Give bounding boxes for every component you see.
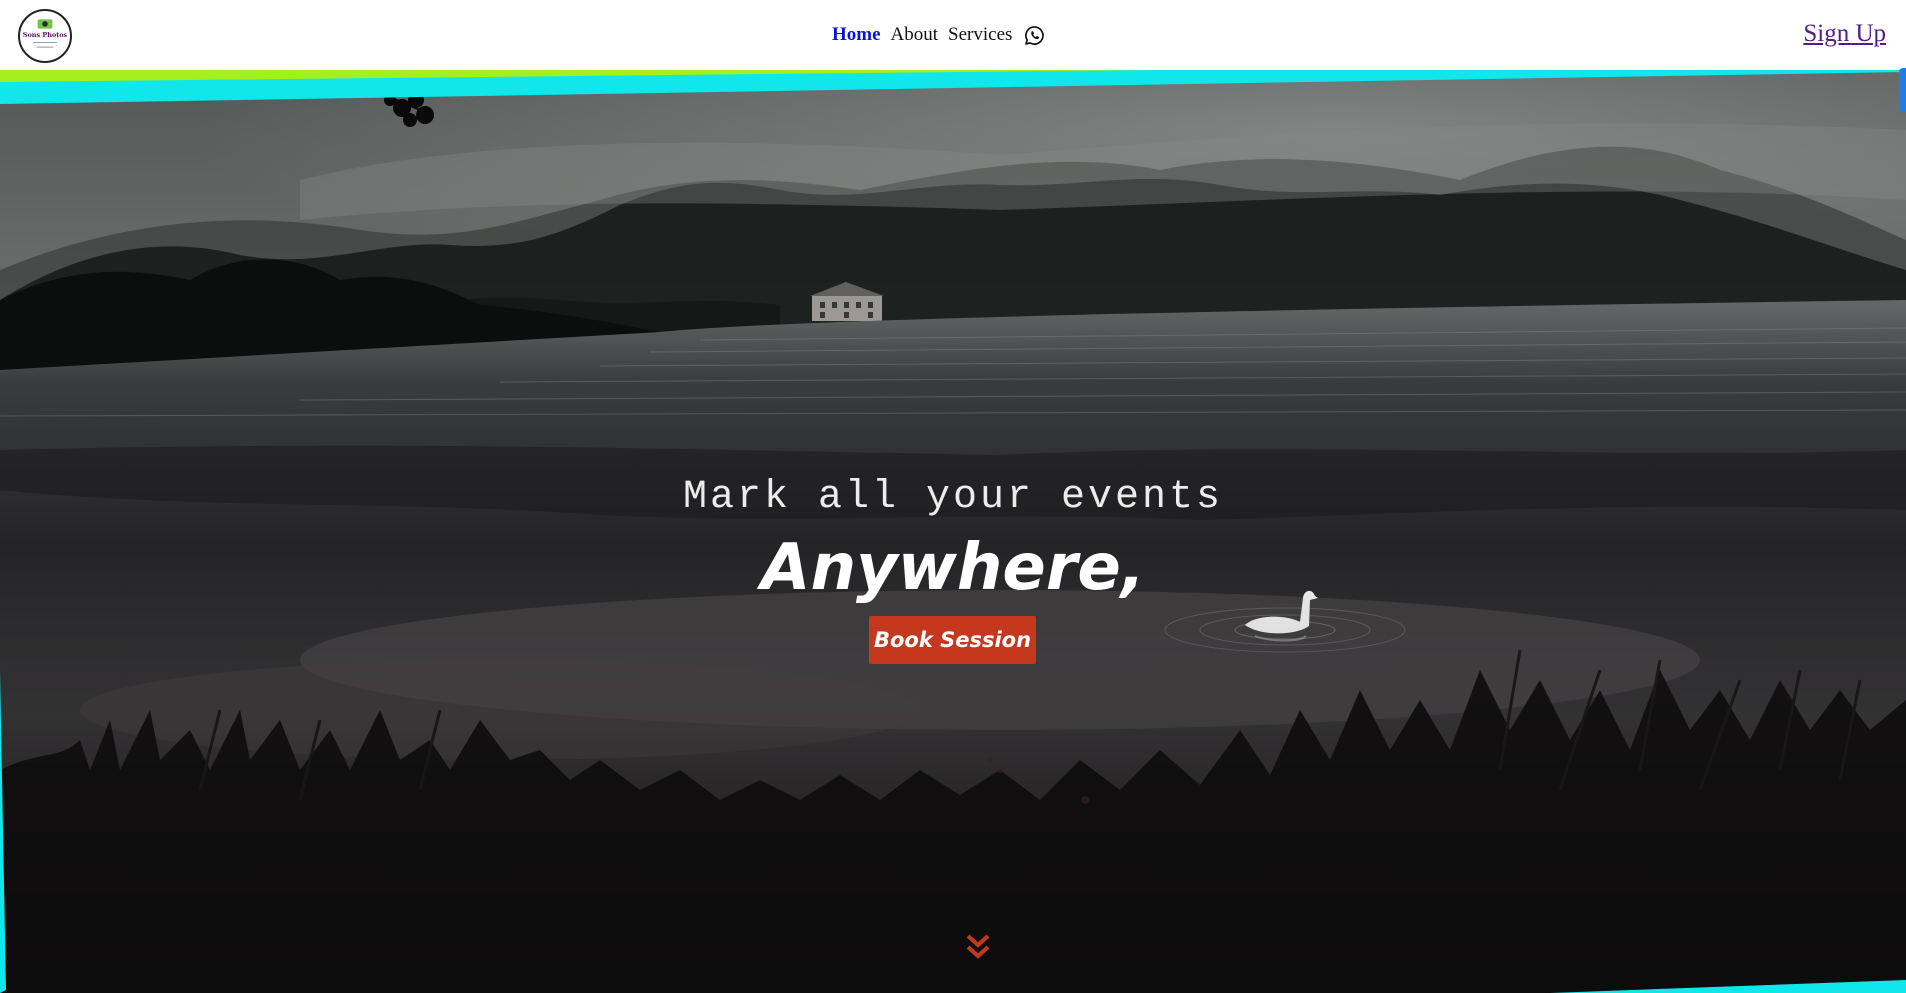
- nav-home-link[interactable]: Home: [832, 22, 881, 48]
- nav-about-link[interactable]: About: [891, 22, 939, 48]
- edge-tab-handle[interactable]: [1899, 68, 1906, 112]
- hero-tagline: Mark all your events: [682, 475, 1224, 520]
- sign-up-link[interactable]: Sign Up: [1803, 18, 1886, 50]
- whatsapp-icon[interactable]: [1024, 25, 1045, 46]
- double-chevron-down-icon[interactable]: [964, 932, 992, 962]
- logo-text: Sons Photos: [23, 31, 68, 39]
- book-session-button[interactable]: Book Session: [869, 616, 1036, 664]
- site-header: Sons Photos Home About Services Sign Up: [0, 0, 1906, 70]
- hero-section: Mark all your events Anywhere, Book Sess…: [0, 70, 1906, 993]
- site-logo[interactable]: Sons Photos: [18, 9, 72, 63]
- nav-services-link[interactable]: Services: [948, 22, 1012, 48]
- camera-logo-icon: Sons Photos: [21, 12, 69, 60]
- main-nav: Home About Services: [832, 22, 1045, 48]
- page: Sons Photos Home About Services Sign Up: [0, 0, 1906, 993]
- hero-headline: Anywhere,: [760, 531, 1146, 605]
